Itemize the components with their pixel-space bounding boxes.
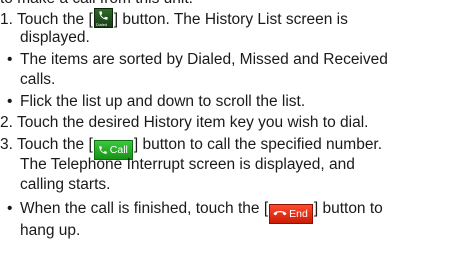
step-3-text-after: button to call the specified number. — [138, 136, 383, 153]
bullet-3-text-after: button to — [318, 200, 383, 217]
step-1-text-before: 1. Touch the — [0, 11, 89, 28]
bracket-open: [ — [263, 200, 269, 217]
manual-page: to make a call from this unit. 1. Touch … — [0, 0, 466, 267]
step-3-continuation-1: The Telephone Interrupt screen is displa… — [20, 156, 355, 173]
bracket-open: [ — [88, 11, 93, 28]
step-3-text-before: 3. Touch the — [0, 136, 89, 153]
bullet-3-line-2: hang up. — [20, 222, 81, 239]
dialed-icon-label: Dialed — [95, 22, 108, 27]
bullet-marker: • — [7, 200, 13, 217]
bracket-open: [ — [88, 136, 93, 153]
bullet-1-line-2: calls. — [20, 71, 56, 88]
dialed-history-icon: Dialed — [93, 8, 113, 28]
bullet-3-text-before: When the call is finished, touch the — [20, 200, 264, 217]
step-1: 1. Touch the [Dialed] button. The Histor… — [0, 8, 348, 30]
end-label: End — [289, 208, 308, 220]
bullet-marker: • — [7, 93, 13, 110]
end-call-button-icon: End — [269, 204, 313, 224]
bullet-1-line-1: The items are sorted by Dialed, Missed a… — [20, 51, 388, 68]
step-2: 2. Touch the desired History item key yo… — [0, 114, 369, 131]
step-1-continuation: displayed. — [20, 29, 90, 46]
step-1-text-after: button. The History List screen is — [118, 11, 348, 28]
bullet-marker: • — [7, 51, 13, 68]
bullet-2: Flick the list up and down to scroll the… — [20, 93, 306, 110]
step-3-continuation-2: calling starts. — [20, 176, 111, 193]
